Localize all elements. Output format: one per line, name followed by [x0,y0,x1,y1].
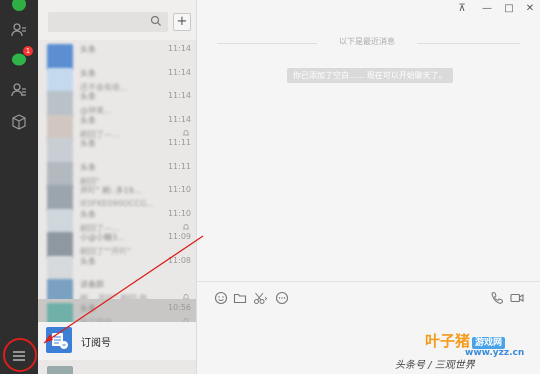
session-name: 头条 [80,115,96,125]
session-time: 11:10 [167,185,191,194]
menu-icon [13,351,25,361]
menu-button[interactable] [9,346,29,366]
subscription-icon [46,327,72,353]
session-name: 头条 [80,162,96,172]
emoji-icon[interactable] [214,291,228,305]
pin-icon[interactable]: ⊼ [455,2,469,16]
close-icon[interactable]: ✕ [523,2,537,16]
unread-badge: 1 [23,46,33,56]
add-chat-button[interactable]: + [173,13,191,31]
session-name: 头条 [80,139,96,148]
subscription-label: 订阅号 [81,338,111,349]
chat-pane: ⊼ — □ ✕ 以下是最近消息 你已添加了空白...... 现在可以开始聊天了。 [197,0,540,374]
search-bar: + [38,0,196,40]
session-time: 11:14 [167,114,191,124]
chat-nav-button[interactable]: 1 [9,46,33,70]
system-message: 你已添加了空白...... 现在可以开始聊天了。 [287,68,453,83]
session-name: 头条 [80,68,96,78]
session-time: 11:08 [167,255,191,265]
folder-icon[interactable] [233,291,247,305]
session-time: 11:11 [167,161,191,171]
chat-history-icon[interactable] [275,291,289,305]
session-name: 头条 [80,303,96,313]
session-list: + 头条 11:14 头条 11:14 还不会有收... 头条 11:14 @钟美... 头条 1… [38,0,197,374]
phone-icon[interactable] [490,291,504,305]
session-time: 11:09 [167,232,191,241]
session-time: 11:14 [167,91,191,100]
session-name: 头条 [80,209,96,219]
list-item[interactable] [38,360,196,374]
session-time: 10:56 [167,302,191,312]
subscription-item[interactable]: 订阅号 [38,322,196,360]
favorites-nav-button[interactable] [9,80,29,100]
avatar[interactable] [9,0,29,14]
minimize-icon[interactable]: — [480,2,494,16]
session-name: 读备群 [80,280,104,289]
history-label: 以下是最近消息 [317,36,417,47]
search-input[interactable] [48,12,168,32]
maximize-icon[interactable]: □ [502,2,516,16]
avatar [47,366,73,374]
message-area: 以下是最近消息 你已添加了空白...... 现在可以开始聊天了。 [197,22,540,280]
session-time: 11:14 [167,67,191,77]
watermark: 叶子猪 游戏网 www.yzz.cn 头条号 / 三观世界 [395,330,535,371]
session-time: 11:14 [167,44,191,53]
session-time: 11:10 [167,208,191,218]
session-name: 小@小糖3... [80,233,125,242]
cube-icon [12,114,26,130]
session-name: 头条 [80,256,96,266]
watermark-caption: 头条号 / 三观世界 [395,360,475,371]
files-nav-button[interactable] [9,112,29,132]
contacts-icon [11,23,26,37]
contacts-nav-button[interactable] [9,20,29,40]
search-icon [150,15,162,27]
favorites-icon [11,83,26,97]
session-name: 头条 [80,45,96,54]
sidebar-rail: 1 [0,0,38,374]
session-name: 头条 [80,92,96,101]
session-name: 开吖" 刷:.多19... [80,186,142,195]
watermark-brand-name: 叶子猪 [425,332,471,350]
scissors-icon[interactable] [253,291,268,305]
session-time: 11:11 [167,138,191,147]
video-icon[interactable] [510,291,524,305]
